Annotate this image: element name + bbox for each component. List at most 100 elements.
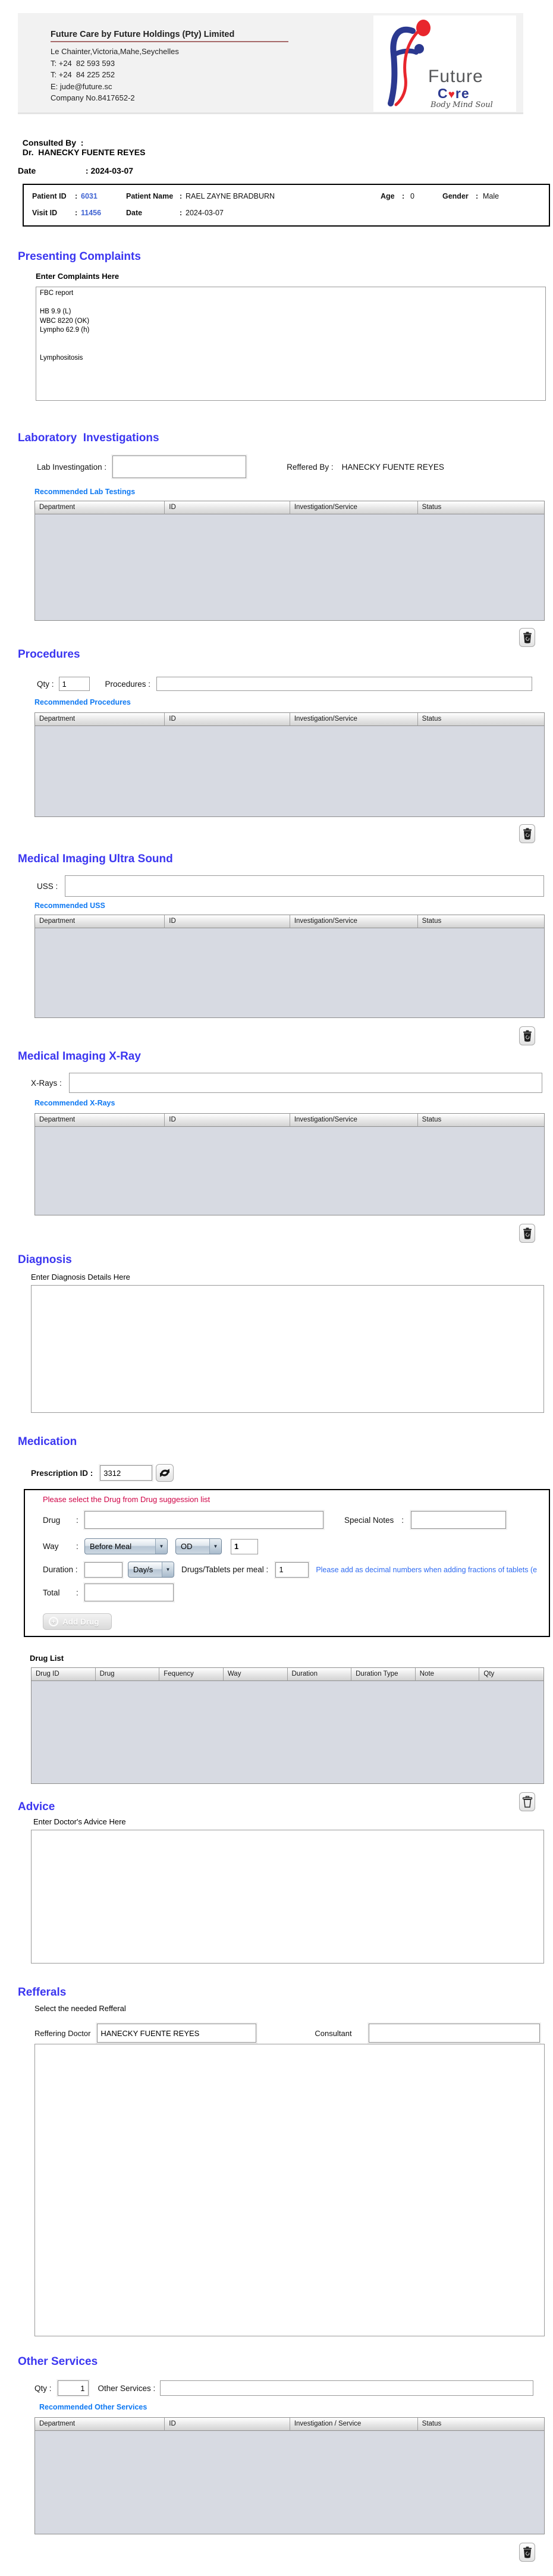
other-qty-input[interactable] bbox=[57, 2380, 89, 2396]
other-qty-label: Qty : bbox=[34, 2383, 52, 2393]
delete-uss-list-button[interactable] bbox=[519, 1026, 535, 1045]
col-header-investigation: Investigation/Service bbox=[290, 713, 418, 726]
special-notes-input[interactable] bbox=[411, 1511, 507, 1529]
refferal-list-box[interactable] bbox=[34, 2044, 545, 2336]
other-services-recommendations-list[interactable] bbox=[35, 2431, 544, 2534]
colon: : bbox=[85, 166, 89, 175]
other-services-input[interactable] bbox=[160, 2380, 534, 2396]
procedures-recommendations-list[interactable] bbox=[35, 726, 544, 816]
colon: : bbox=[75, 209, 78, 217]
colon: : bbox=[401, 1515, 404, 1525]
recommended-procedures-label: Recommended Procedures bbox=[34, 698, 131, 706]
advice-sub-label: Enter Doctor's Advice Here bbox=[33, 1817, 126, 1826]
trash-icon bbox=[523, 828, 532, 840]
way-label: Way bbox=[43, 1542, 59, 1551]
procedures-title: Procedures bbox=[18, 648, 80, 661]
total-input[interactable] bbox=[84, 1584, 174, 1601]
chevron-down-icon: ▼ bbox=[162, 1562, 174, 1577]
company-address: Le Chainter,Victoria,Mahe,Seychelles bbox=[51, 47, 179, 56]
col-header-investigation: Investigation/Service bbox=[290, 501, 418, 514]
col-header-department: Department bbox=[35, 1114, 165, 1127]
xray-recommendations-list[interactable] bbox=[35, 1127, 544, 1215]
delete-other-services-list-button[interactable] bbox=[519, 2543, 535, 2562]
visit-id-label: Visit ID bbox=[32, 209, 58, 217]
lab-recommendations-list[interactable] bbox=[35, 514, 544, 620]
trash-icon bbox=[522, 1796, 532, 1808]
prescription-id-input[interactable] bbox=[100, 1465, 153, 1481]
diagnosis-textarea[interactable] bbox=[31, 1285, 544, 1413]
colon: : bbox=[476, 192, 479, 200]
col-header-status: Status bbox=[417, 1114, 544, 1127]
prescription-id-label: Prescription ID : bbox=[31, 1468, 93, 1478]
way-meal-select[interactable]: Before Meal ▼ bbox=[84, 1538, 168, 1554]
xray-recommendations-table: Department ID Investigation/Service Stat… bbox=[34, 1113, 545, 1215]
col-header-id: ID bbox=[165, 501, 290, 514]
trash-icon bbox=[523, 1227, 532, 1239]
per-meal-input[interactable] bbox=[275, 1562, 309, 1578]
logo-swoosh-icon bbox=[388, 20, 431, 106]
table-header-row: Department ID Investigation/Service Stat… bbox=[35, 915, 544, 928]
table-header-row: Drug ID Drug Fequency Way Duration Durat… bbox=[32, 1668, 543, 1681]
refresh-prescription-id-button[interactable] bbox=[156, 1464, 174, 1482]
procedures-qty-input[interactable] bbox=[58, 677, 90, 691]
duration-type-value: Day/s bbox=[133, 1565, 153, 1574]
gender-label: Gender bbox=[442, 192, 469, 200]
add-drug-label: Add Drug bbox=[62, 1617, 99, 1626]
col-header-id: ID bbox=[165, 915, 290, 928]
logo-tagline: Body Mind Soul bbox=[431, 100, 493, 109]
delete-lab-list-button[interactable] bbox=[519, 628, 535, 647]
col-header-investigation: Investigation/Service bbox=[290, 1114, 418, 1127]
delete-drug-list-button[interactable] bbox=[519, 1792, 535, 1811]
age-value: 0 bbox=[410, 192, 414, 200]
consultant-input[interactable] bbox=[368, 2024, 540, 2043]
way-qty-input[interactable] bbox=[231, 1538, 258, 1554]
complaints-textarea[interactable]: FBC report HB 9.9 (L) WBC 8220 (OK) Lymp… bbox=[36, 287, 546, 401]
trash-icon bbox=[523, 632, 532, 643]
add-drug-button[interactable]: + Add Drug bbox=[43, 1613, 112, 1630]
drug-label: Drug bbox=[43, 1515, 61, 1525]
advice-title: Advice bbox=[18, 1801, 55, 1813]
way-frequency-select[interactable]: OD ▼ bbox=[175, 1538, 222, 1554]
recommended-uss-label: Recommended USS bbox=[34, 901, 105, 910]
uss-recommendations-list[interactable] bbox=[35, 928, 544, 1017]
other-services-recommendations-table: Department ID Investigation / Service St… bbox=[34, 2417, 545, 2534]
lab-investigation-input[interactable] bbox=[112, 455, 247, 478]
plus-icon: + bbox=[49, 1617, 58, 1626]
uss-input[interactable] bbox=[65, 875, 545, 897]
procedures-input[interactable] bbox=[156, 677, 533, 691]
col-header-status: Status bbox=[417, 501, 544, 514]
chevron-down-icon: ▼ bbox=[155, 1539, 167, 1554]
drug-list[interactable] bbox=[32, 1681, 543, 1783]
recommended-other-label: Recommended Other Services bbox=[39, 2403, 147, 2411]
colon: : bbox=[180, 209, 183, 217]
col-header-investigation: Investigation/Service bbox=[290, 915, 418, 928]
patient-info-box: Patient ID : 6031 Patient Name : RAEL ZA… bbox=[23, 184, 550, 227]
delete-xray-list-button[interactable] bbox=[519, 1224, 535, 1243]
company-phone-1: T: +24 82 593 593 bbox=[51, 58, 115, 68]
uss-label: USS : bbox=[37, 881, 58, 891]
drug-input[interactable] bbox=[84, 1511, 323, 1529]
col-header-status: Status bbox=[417, 915, 544, 928]
reffering-doctor-input[interactable] bbox=[97, 2024, 257, 2043]
col-header-way: Way bbox=[223, 1668, 288, 1681]
diagnosis-sub-label: Enter Diagnosis Details Here bbox=[31, 1273, 130, 1281]
drug-list-table: Drug ID Drug Fequency Way Duration Durat… bbox=[31, 1667, 544, 1784]
company-header: Future Care by Future Holdings (Pty) Lim… bbox=[18, 13, 523, 114]
table-header-row: Department ID Investigation/Service Stat… bbox=[35, 713, 544, 726]
col-header-drug: Drug bbox=[95, 1668, 160, 1681]
lab-investigation-label: Lab Investingation : bbox=[37, 462, 107, 472]
gender-value: Male bbox=[483, 192, 499, 200]
delete-procedures-list-button[interactable] bbox=[519, 824, 535, 843]
consulted-by-value: Dr. HANECKY FUENTE REYES bbox=[22, 147, 146, 157]
company-name: Future Care by Future Holdings (Pty) Lim… bbox=[51, 30, 288, 42]
diagnosis-title: Diagnosis bbox=[18, 1254, 72, 1266]
colon: : bbox=[76, 1588, 78, 1597]
drug-suggestion-warning: Please select the Drug from Drug suggess… bbox=[43, 1495, 210, 1504]
add-drug-panel: Please select the Drug from Drug suggess… bbox=[24, 1489, 550, 1637]
duration-input[interactable] bbox=[84, 1562, 122, 1578]
advice-textarea[interactable] bbox=[31, 1830, 544, 1964]
refferals-title: Refferals bbox=[18, 1986, 67, 1999]
xray-input[interactable] bbox=[68, 1073, 542, 1093]
duration-type-select[interactable]: Day/s ▼ bbox=[128, 1562, 174, 1578]
colon: : bbox=[76, 1515, 78, 1525]
